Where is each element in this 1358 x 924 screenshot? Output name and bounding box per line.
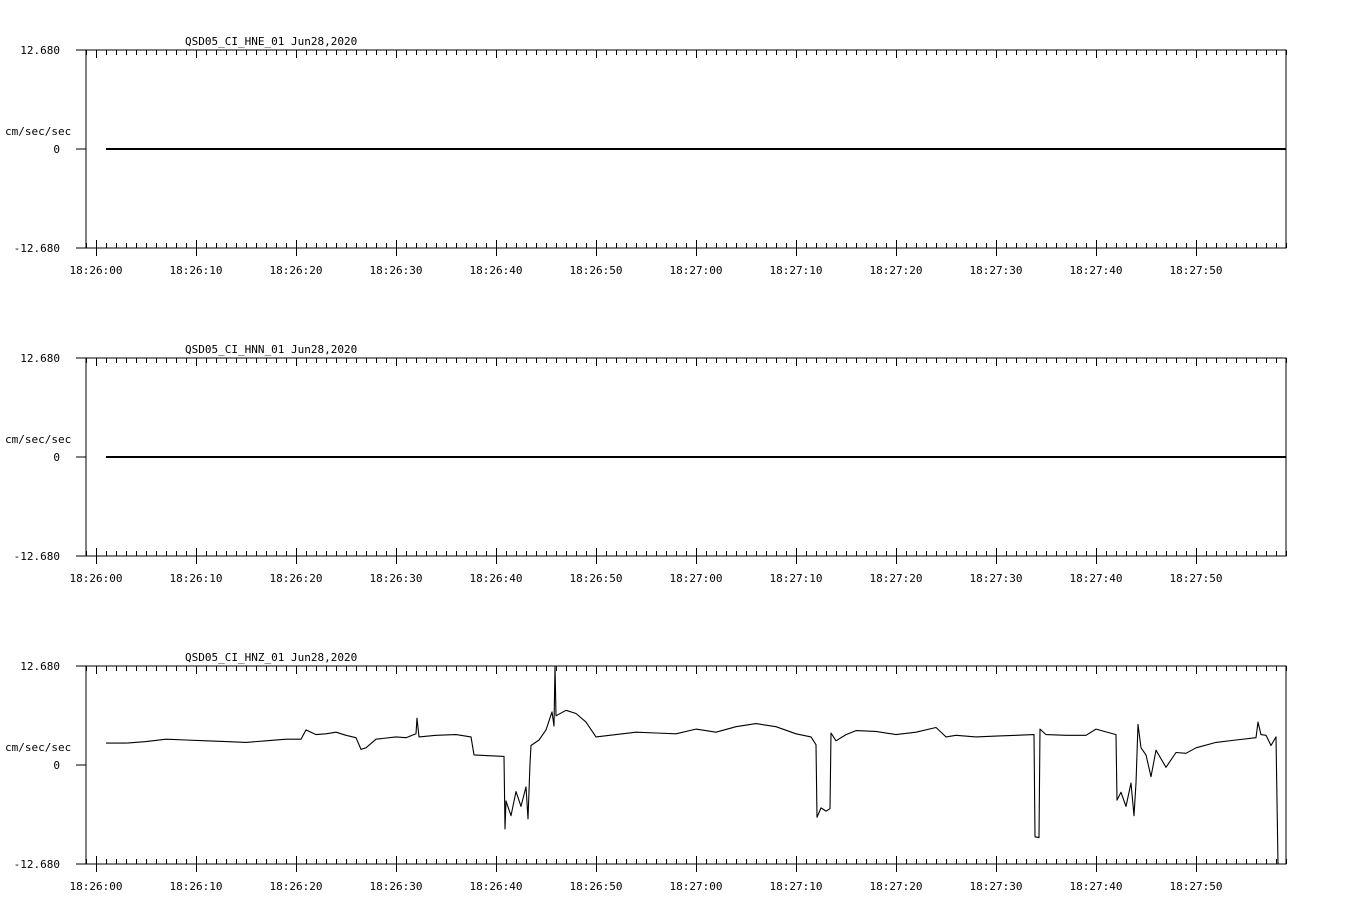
x-tick-label: 18:27:20 xyxy=(870,572,923,585)
x-tick-label: 18:26:40 xyxy=(470,264,523,277)
x-tick-label: 18:26:00 xyxy=(70,572,123,585)
seismogram-figure: QSD05_CI_HNE_01 Jun28,2020 cm/sec/sec 12.6… xyxy=(5,35,1287,893)
chart-panel-1: QSD05_CI_HNE_01 Jun28,2020 cm/sec/sec 12.6… xyxy=(5,35,1287,277)
x-tick-label: 18:27:50 xyxy=(1170,572,1223,585)
x-tick-label: 18:26:50 xyxy=(570,880,623,893)
x-tick-label: 18:27:30 xyxy=(970,572,1023,585)
x-tick-label: 18:27:30 xyxy=(970,264,1023,277)
x-tick-label: 18:26:10 xyxy=(170,572,223,585)
y-tick-label: -12.680 xyxy=(14,550,60,563)
x-tick-label: 18:26:00 xyxy=(70,264,123,277)
y-tick-label: 0 xyxy=(53,451,60,464)
y-tick-label: 12.680 xyxy=(20,352,60,365)
x-tick-label: 18:26:40 xyxy=(470,572,523,585)
x-tick-label: 18:26:10 xyxy=(170,264,223,277)
x-tick-label: 18:27:10 xyxy=(770,264,823,277)
x-tick-label: 18:26:50 xyxy=(570,572,623,585)
y-tick-label: 0 xyxy=(53,143,60,156)
x-tick-label: 18:27:00 xyxy=(670,264,723,277)
x-tick-label: 18:27:00 xyxy=(670,572,723,585)
y-tick-label: 0 xyxy=(53,759,60,772)
y-axis-label: cm/sec/sec xyxy=(5,741,71,754)
x-tick-label: 18:27:20 xyxy=(870,880,923,893)
plot-frame xyxy=(85,665,1287,865)
chart-title: QSD05_CI_HNE_01 Jun28,2020 xyxy=(185,35,357,48)
x-tick-label: 18:26:00 xyxy=(70,880,123,893)
chart-title: QSD05_CI_HNZ_01 Jun28,2020 xyxy=(185,651,357,664)
x-tick-label: 18:26:20 xyxy=(270,572,323,585)
x-tick-label: 18:26:20 xyxy=(270,880,323,893)
x-tick-label: 18:27:50 xyxy=(1170,880,1223,893)
y-tick-label: 12.680 xyxy=(20,44,60,57)
x-tick-label: 18:26:30 xyxy=(370,572,423,585)
x-tick-label: 18:27:50 xyxy=(1170,264,1223,277)
x-tick-label: 18:26:20 xyxy=(270,264,323,277)
x-tick-label: 18:27:00 xyxy=(670,880,723,893)
y-tick-label: -12.680 xyxy=(14,242,60,255)
x-tick-label: 18:27:10 xyxy=(770,572,823,585)
y-tick-label: 12.680 xyxy=(20,660,60,673)
x-tick-label: 18:27:40 xyxy=(1070,880,1123,893)
y-axis-label: cm/sec/sec xyxy=(5,433,71,446)
y-tick-label: -12.680 xyxy=(14,858,60,871)
x-tick-label: 18:27:30 xyxy=(970,880,1023,893)
x-tick-label: 18:26:50 xyxy=(570,264,623,277)
x-tick-label: 18:27:40 xyxy=(1070,572,1123,585)
x-tick-label: 18:26:30 xyxy=(370,264,423,277)
x-tick-label: 18:26:40 xyxy=(470,880,523,893)
chart-panel-2: QSD05_CI_HNN_01 Jun28,2020 cm/sec/sec 12.6… xyxy=(5,343,1287,585)
x-tick-label: 18:26:10 xyxy=(170,880,223,893)
series-trace-1 xyxy=(106,665,1286,865)
y-axis-label: cm/sec/sec xyxy=(5,125,71,138)
x-tick-label: 18:27:10 xyxy=(770,880,823,893)
x-tick-label: 18:27:20 xyxy=(870,264,923,277)
x-tick-label: 18:26:30 xyxy=(370,880,423,893)
x-tick-label: 18:27:40 xyxy=(1070,264,1123,277)
chart-panel-3: QSD05_CI_HNZ_01 Jun28,2020 cm/sec/sec 12.6… xyxy=(5,651,1287,893)
chart-title: QSD05_CI_HNN_01 Jun28,2020 xyxy=(185,343,357,356)
